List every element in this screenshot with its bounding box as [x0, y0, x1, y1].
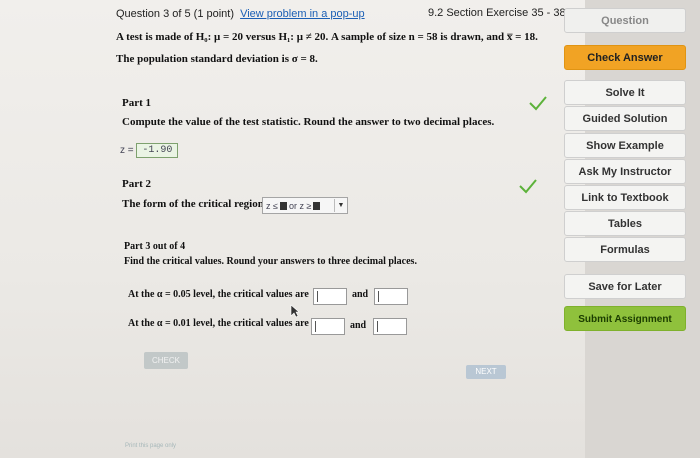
blank-square-icon — [313, 201, 321, 210]
critical-value-005-high-input[interactable] — [374, 288, 408, 305]
z-answer-row: z = -1.90 — [120, 143, 179, 158]
critical-value-005-low-input[interactable] — [313, 288, 347, 305]
critical-region-select[interactable]: z ≤ or z ≥ ▼ — [262, 197, 348, 214]
critical-value-001-high-input[interactable] — [373, 318, 407, 335]
critical-value-001-low-input[interactable] — [311, 318, 345, 335]
z-label: z = — [120, 145, 134, 157]
question-number: Question 3 of 5 (1 point) — [116, 8, 235, 20]
chevron-down-icon[interactable]: ▼ — [334, 199, 347, 212]
part3-title: Part 3 out of 4 — [124, 241, 186, 252]
solve-it-button[interactable]: Solve It — [564, 80, 686, 105]
save-for-later-button[interactable]: Save for Later — [564, 274, 686, 299]
show-example-button[interactable]: Show Example — [564, 133, 686, 158]
submit-assignment-button[interactable]: Submit Assignment — [564, 306, 686, 331]
and-label: and — [350, 320, 367, 331]
text-cursor — [315, 321, 316, 332]
problem-line-2: The population standard deviation is σ =… — [116, 53, 318, 65]
tables-button[interactable]: Tables — [564, 211, 686, 236]
part1-title: Part 1 — [122, 97, 152, 109]
question-panel: Question 3 of 5 (1 point) View problem i… — [0, 0, 585, 458]
z-value-input[interactable]: -1.90 — [136, 143, 179, 158]
critical-row-001: At the α = 0.01 level, the critical valu… — [128, 318, 309, 329]
text-cursor — [377, 321, 378, 332]
part2-instruction: The form of the critical region is — [122, 198, 274, 210]
problem-line-1: A test is made of H₀: μ = 20 versus H₁: … — [116, 31, 538, 43]
print-page-link[interactable]: Print this page only — [125, 443, 176, 449]
critical-row-005: At the α = 0.05 level, the critical valu… — [128, 289, 309, 300]
formulas-button[interactable]: Formulas — [564, 237, 686, 262]
check-mark-icon — [529, 96, 547, 111]
check-button[interactable]: CHECK — [144, 352, 188, 369]
text-cursor — [378, 291, 379, 302]
next-button[interactable]: NEXT — [466, 365, 506, 379]
guided-solution-button[interactable]: Guided Solution — [564, 106, 686, 131]
and-label: and — [352, 289, 369, 300]
link-textbook-button[interactable]: Link to Textbook — [564, 185, 686, 210]
part1-instruction: Compute the value of the test statistic.… — [122, 116, 495, 128]
text-cursor — [317, 291, 318, 302]
dd-or-text: or z ≥ — [288, 200, 312, 211]
dd-left-text: z ≤ — [266, 200, 278, 211]
check-answer-button[interactable]: Check Answer — [564, 45, 686, 70]
section-title: 9.2 Section Exercise 35 - 38 — [428, 7, 566, 19]
part3-instruction: Find the critical values. Round your ans… — [124, 256, 417, 267]
blank-square-icon — [279, 201, 287, 210]
ask-instructor-button[interactable]: Ask My Instructor — [564, 159, 686, 184]
question-button[interactable]: Question — [564, 8, 686, 33]
question-header: Question 3 of 5 (1 point) View problem i… — [116, 8, 365, 20]
mouse-pointer-icon — [290, 304, 300, 318]
check-mark-icon — [519, 179, 537, 194]
part2-title: Part 2 — [122, 178, 152, 190]
popup-link[interactable]: View problem in a pop-up — [240, 8, 365, 20]
